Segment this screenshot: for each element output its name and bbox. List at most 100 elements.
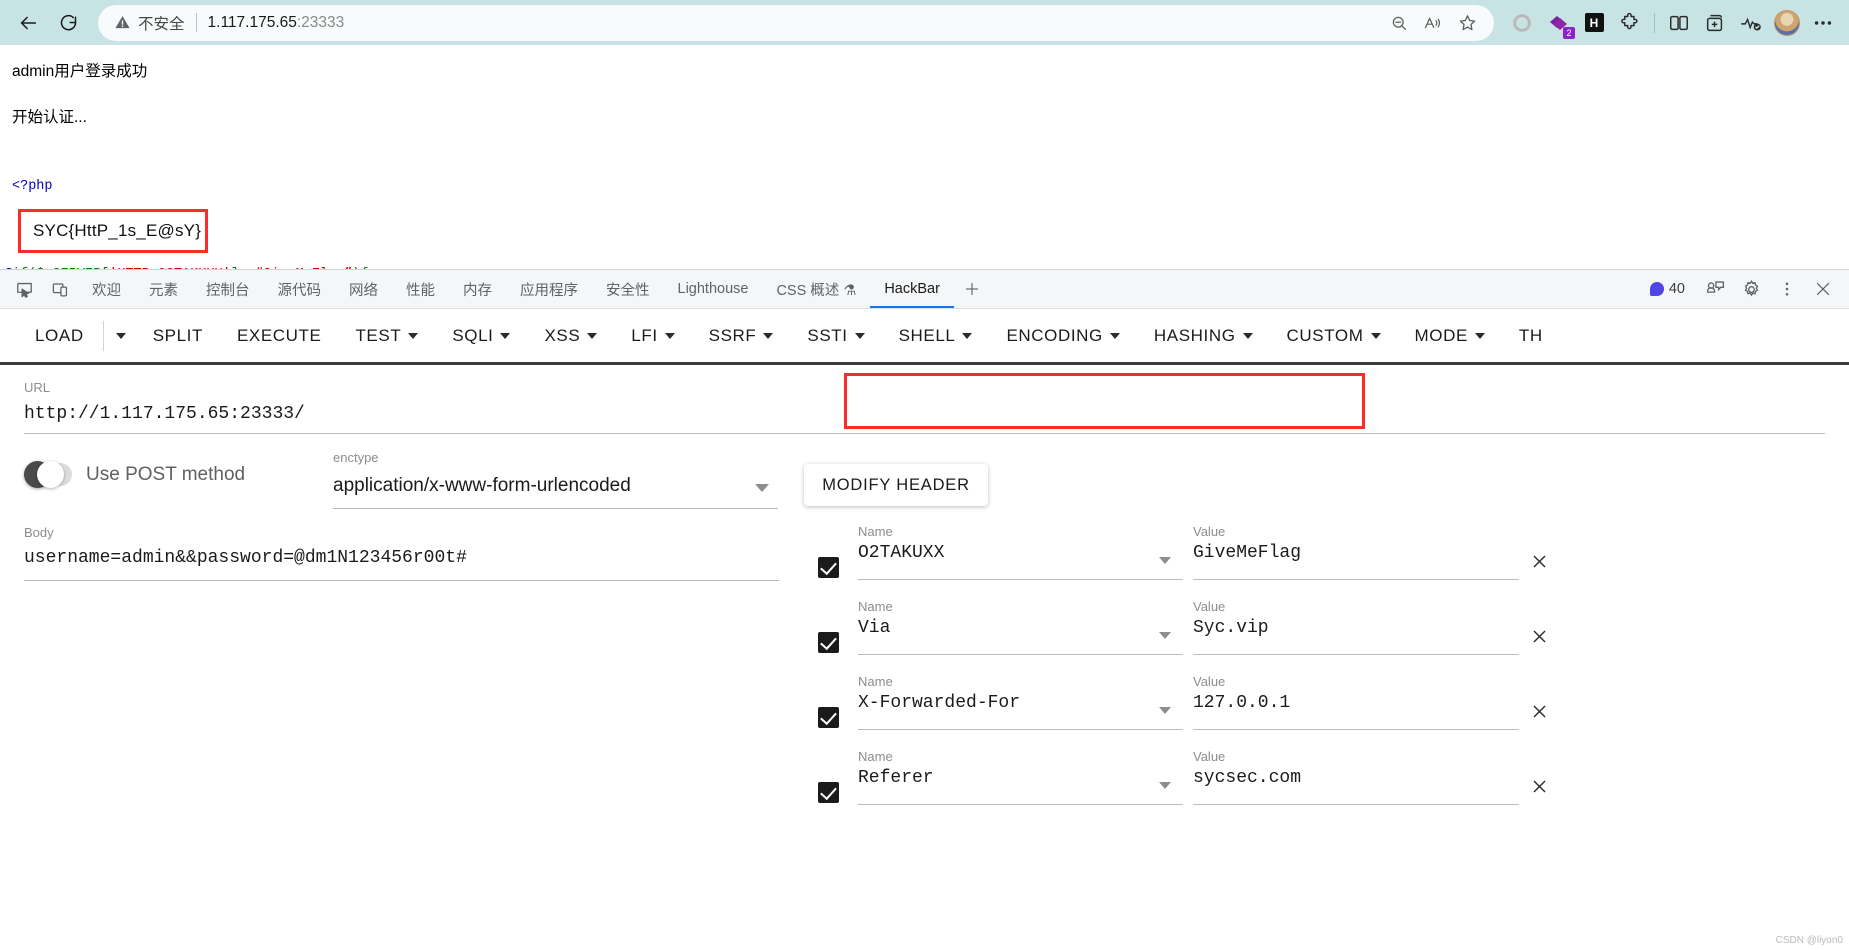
plus-icon[interactable]: [954, 274, 990, 304]
delete-header-icon[interactable]: [1525, 697, 1553, 725]
hackbar-ssrf-menu[interactable]: SSRF: [692, 316, 791, 356]
url-text: 1.117.175.65:23333: [207, 13, 345, 31]
issues-counter[interactable]: 40: [1649, 281, 1685, 297]
devtools-tab-application[interactable]: 应用程序: [506, 270, 592, 308]
hackbar-ssti-menu[interactable]: SSTI: [790, 316, 881, 356]
header-value-input[interactable]: 127.0.0.1: [1193, 693, 1290, 713]
delete-header-icon[interactable]: [1525, 547, 1553, 575]
devtools-tab-console[interactable]: 控制台: [192, 270, 264, 308]
hackbar-h-icon[interactable]: H: [1576, 5, 1612, 41]
devtools-feedback-icon[interactable]: [1697, 274, 1733, 304]
button-label: LFI: [631, 325, 658, 345]
button-label: SSRF: [708, 325, 757, 345]
body-input-underline: [24, 580, 779, 581]
chevron-down-icon: [500, 332, 511, 339]
issues-count-text: 40: [1668, 281, 1685, 297]
chevron-down-icon: [962, 332, 973, 339]
button-label: TEST: [355, 325, 402, 345]
close-devtools-icon[interactable]: [1805, 274, 1841, 304]
header-value-input[interactable]: GiveMeFlag: [1193, 543, 1301, 563]
hackbar-custom-menu[interactable]: CUSTOM: [1270, 316, 1398, 356]
button-label: SHELL: [898, 325, 956, 345]
chevron-down-icon: [115, 332, 126, 339]
hackbar-execute-button[interactable]: EXECUTE: [220, 316, 339, 356]
devtools-tab-network[interactable]: 网络: [335, 270, 392, 308]
tab-label: Lighthouse: [677, 281, 749, 297]
header-name-input[interactable]: Referer: [858, 768, 934, 788]
chevron-down-icon[interactable]: [755, 484, 769, 492]
chevron-down-icon[interactable]: [1159, 782, 1171, 789]
header-row: Name O2TAKUXX Value GiveMeFlag: [812, 519, 1831, 594]
profile-avatar-icon[interactable]: [1769, 5, 1805, 41]
hackbar-shell-menu[interactable]: SHELL: [882, 316, 990, 356]
use-post-method-row[interactable]: Use POST method: [24, 461, 245, 488]
address-bar[interactable]: 不安全 1.117.175.65:23333: [98, 4, 1494, 41]
devtools-tab-sources[interactable]: 源代码: [264, 270, 336, 308]
hackbar-toolbar: LOAD SPLIT EXECUTE TEST SQLI XSS LFI SSR…: [0, 309, 1849, 365]
favorite-icon[interactable]: [1450, 8, 1484, 38]
settings-more-icon[interactable]: [1805, 5, 1841, 41]
hackbar-encoding-menu[interactable]: ENCODING: [989, 316, 1136, 356]
header-enabled-checkbox[interactable]: [818, 632, 839, 653]
devtools-tab-memory[interactable]: 内存: [449, 270, 506, 308]
header-enabled-checkbox[interactable]: [818, 782, 839, 803]
hackbar-lfi-menu[interactable]: LFI: [614, 316, 691, 356]
header-value-input[interactable]: Syc.vip: [1193, 618, 1269, 638]
tab-label: 应用程序: [520, 282, 578, 299]
device-toolbar-icon[interactable]: [42, 274, 78, 304]
chevron-down-icon[interactable]: [1159, 707, 1171, 714]
back-arrow-icon[interactable]: [8, 5, 48, 41]
devtools-tab-security[interactable]: 安全性: [592, 270, 664, 308]
chevron-down-icon[interactable]: [1159, 557, 1171, 564]
header-enabled-checkbox[interactable]: [818, 557, 839, 578]
modify-header-button[interactable]: MODIFY HEADER: [804, 464, 988, 506]
hackbar-split-button[interactable]: SPLIT: [136, 316, 220, 356]
read-aloud-icon[interactable]: [1416, 8, 1450, 38]
header-value-input[interactable]: sycsec.com: [1193, 768, 1301, 788]
hackbar-sqli-menu[interactable]: SQLI: [435, 316, 527, 356]
header-value-underline: [1193, 579, 1519, 580]
zoom-out-icon[interactable]: [1382, 8, 1416, 38]
hackbar-xss-menu[interactable]: XSS: [527, 316, 614, 356]
header-name-input[interactable]: Via: [858, 618, 890, 638]
tab-label: 网络: [349, 282, 378, 299]
body-input[interactable]: username=admin&&password=@dm1N123456r00t…: [24, 548, 779, 568]
use-post-method-toggle[interactable]: [24, 461, 72, 488]
more-options-icon[interactable]: [1769, 274, 1805, 304]
devtools-tab-hackbar[interactable]: HackBar: [870, 270, 954, 308]
browser-essentials-icon[interactable]: [1733, 5, 1769, 41]
header-enabled-checkbox[interactable]: [818, 707, 839, 728]
body-label: Body: [24, 525, 54, 540]
inspect-element-icon[interactable]: [6, 274, 42, 304]
devtools-tab-performance[interactable]: 性能: [392, 270, 449, 308]
circle-loading-icon[interactable]: [1504, 5, 1540, 41]
devtools-settings-gear-icon[interactable]: [1733, 274, 1769, 304]
header-name-input[interactable]: X-Forwarded-For: [858, 693, 1020, 713]
split-screen-icon[interactable]: [1661, 5, 1697, 41]
hackbar-load-dropdown[interactable]: [106, 316, 136, 356]
header-value-underline: [1193, 804, 1519, 805]
delete-header-icon[interactable]: [1525, 772, 1553, 800]
hackbar-mode-menu[interactable]: MODE: [1398, 316, 1502, 356]
collections-add-icon[interactable]: [1697, 5, 1733, 41]
reload-icon[interactable]: [48, 5, 88, 41]
header-name-input[interactable]: O2TAKUXX: [858, 543, 944, 563]
header-value-label: Value: [1193, 524, 1226, 539]
devtools-tab-css-overview[interactable]: CSS 概述 ⚗: [762, 270, 870, 308]
chevron-down-icon[interactable]: [1159, 632, 1171, 639]
hackbar-hashing-menu[interactable]: HASHING: [1137, 316, 1270, 356]
header-value-label: Value: [1193, 599, 1226, 614]
devtools-tab-lighthouse[interactable]: Lighthouse: [664, 270, 763, 308]
delete-header-icon[interactable]: [1525, 622, 1553, 650]
devtools-tab-elements[interactable]: 元素: [135, 270, 192, 308]
button-label: EXECUTE: [236, 325, 322, 345]
extension-purple-icon[interactable]: 2: [1540, 5, 1576, 41]
extensions-puzzle-icon[interactable]: [1612, 5, 1648, 41]
enctype-select[interactable]: application/x-www-form-urlencoded: [333, 475, 778, 497]
security-status-label: 不安全: [138, 15, 185, 33]
url-input[interactable]: http://1.117.175.65:23333/: [24, 404, 1825, 424]
hackbar-test-menu[interactable]: TEST: [338, 316, 435, 356]
hackbar-load-button[interactable]: LOAD: [18, 316, 101, 356]
hackbar-theme-menu[interactable]: TH: [1502, 316, 1560, 356]
devtools-tab-welcome[interactable]: 欢迎: [78, 270, 135, 308]
